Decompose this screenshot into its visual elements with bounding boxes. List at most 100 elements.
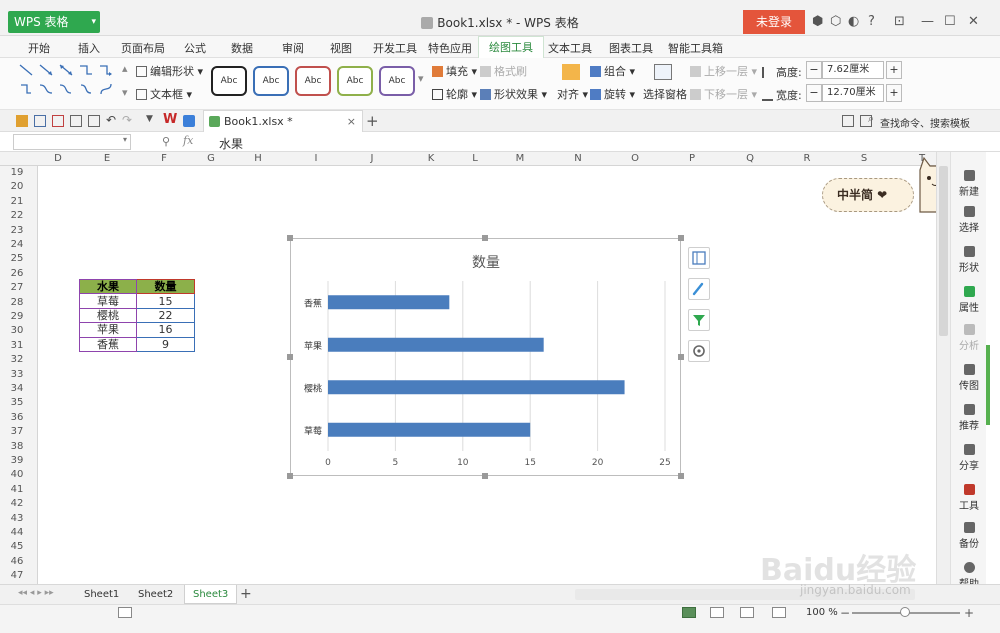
row-header-cell[interactable]: 34: [0, 383, 34, 394]
tab-review[interactable]: 审阅: [282, 40, 304, 56]
bar-chart[interactable]: 数量 0 5 10 15 20 25 香蕉 苹果 樱桃 草莓: [290, 238, 681, 476]
row-header-cell[interactable]: 25: [0, 253, 34, 264]
row-header-cell[interactable]: 28: [0, 297, 34, 308]
chart-settings-button[interactable]: [688, 340, 710, 362]
wps-logo-icon[interactable]: W: [163, 112, 177, 127]
tab-text-tools[interactable]: 文本工具: [548, 40, 592, 56]
width-decrease-button[interactable]: −: [806, 84, 822, 102]
row-header-cell[interactable]: 30: [0, 325, 34, 336]
fill-button[interactable]: 填充 ▾: [432, 63, 477, 79]
shape-gallery-more-icon[interactable]: ▾: [122, 86, 128, 99]
zoom-out-button[interactable]: −: [840, 606, 850, 620]
customize-toolbar-icon[interactable]: ▼: [146, 114, 153, 124]
resize-handle[interactable]: [678, 473, 684, 479]
row-header-cell[interactable]: 21: [0, 196, 34, 207]
vertical-scrollbar[interactable]: [936, 152, 950, 584]
close-icon[interactable]: ✕: [968, 14, 979, 29]
page-break-view-icon[interactable]: [710, 607, 724, 618]
maximize-icon[interactable]: ☐: [944, 14, 956, 29]
elbow-arrow-connector-icon[interactable]: [98, 63, 114, 77]
screen-mode-icon[interactable]: [842, 115, 854, 127]
row-header-cell[interactable]: 32: [0, 354, 34, 365]
row-header-cell[interactable]: 27: [0, 282, 34, 293]
chart-style-button[interactable]: [688, 278, 710, 300]
undo-icon[interactable]: ↶: [106, 113, 116, 127]
group-button[interactable]: 组合 ▾: [590, 63, 635, 79]
restore-layout-icon[interactable]: ⊡: [894, 14, 905, 29]
column-header-cell[interactable]: D: [48, 153, 68, 164]
resize-handle[interactable]: [678, 354, 684, 360]
send-backward-button[interactable]: 下移一层 ▾: [690, 86, 757, 102]
row-header-cell[interactable]: 39: [0, 455, 34, 466]
sheet-tab-2[interactable]: Sheet2: [130, 585, 181, 604]
tab-data[interactable]: 数据: [231, 40, 253, 56]
row-header-cell[interactable]: 42: [0, 498, 34, 509]
column-header-cell[interactable]: F: [154, 153, 174, 164]
fruit-data-table[interactable]: 水果 数量 草莓 15 樱桃 22 苹果 16 香蕉 9: [79, 278, 195, 352]
insert-function-icon[interactable]: fx: [183, 134, 193, 147]
line-shape-icon[interactable]: [18, 63, 34, 77]
text-box-button[interactable]: 文本框 ▾: [136, 86, 192, 102]
sidebar-item-backup[interactable]: 备份: [951, 522, 987, 550]
tab-developer[interactable]: 开发工具: [373, 40, 417, 56]
shape-style-4[interactable]: Abc: [337, 66, 373, 96]
row-header-cell[interactable]: 29: [0, 311, 34, 322]
document-tab[interactable]: Book1.xlsx * ×: [203, 110, 363, 132]
row-header-cell[interactable]: 44: [0, 527, 34, 538]
format-brush-button[interactable]: 格式刷: [480, 63, 527, 79]
sheet-tab-1[interactable]: Sheet1: [76, 585, 127, 604]
row-header-cell[interactable]: 43: [0, 513, 34, 524]
row-header-cell[interactable]: 33: [0, 369, 34, 380]
sidebar-item-select[interactable]: 选择: [951, 206, 987, 234]
scrollbar-thumb[interactable]: [939, 166, 948, 336]
double-arrow-shape-icon[interactable]: [58, 63, 74, 77]
zoom-slider-handle[interactable]: [900, 607, 910, 617]
column-header-cell[interactable]: O: [625, 153, 645, 164]
cloud-docs-icon[interactable]: [183, 115, 195, 127]
row-header-cell[interactable]: 19: [0, 167, 34, 178]
style-gallery-more-icon[interactable]: ▾: [418, 72, 424, 85]
redo-icon[interactable]: ↷: [122, 113, 132, 127]
curved-double-arrow-icon[interactable]: [78, 82, 94, 96]
sheet-grid[interactable]: DEFGHIJKLMNOPQRST 19 20 21 22 23 24 25 26 27 28 29…: [0, 152, 936, 584]
table-cell[interactable]: 15: [136, 293, 195, 309]
table-cell[interactable]: 9: [136, 336, 195, 352]
header-cell-quantity[interactable]: 数量: [136, 278, 195, 295]
column-header-cell[interactable]: L: [465, 153, 485, 164]
save-icon[interactable]: [34, 115, 46, 127]
sidebar-item-recommend[interactable]: 推荐: [951, 404, 987, 432]
column-header-cell[interactable]: Q: [740, 153, 760, 164]
column-header-cell[interactable]: P: [682, 153, 702, 164]
sidebar-item-properties[interactable]: 属性: [951, 286, 987, 314]
row-header-cell[interactable]: 41: [0, 484, 34, 495]
print-preview-icon[interactable]: [88, 115, 100, 127]
zoom-level[interactable]: 100 %: [806, 607, 838, 618]
table-cell[interactable]: 香蕉: [79, 336, 137, 352]
add-sheet-button[interactable]: +: [240, 586, 252, 602]
width-increase-button[interactable]: +: [886, 84, 902, 102]
tab-home[interactable]: 开始: [28, 40, 50, 56]
zoom-icon[interactable]: ⚲: [162, 135, 170, 148]
feedback-icon[interactable]: ◐: [848, 14, 859, 29]
row-header-cell[interactable]: 31: [0, 340, 34, 351]
sidebar-item-upload-image[interactable]: 传图: [951, 364, 987, 392]
row-header-cell[interactable]: 40: [0, 469, 34, 480]
table-cell[interactable]: 苹果: [79, 322, 137, 338]
row-header-cell[interactable]: 26: [0, 268, 34, 279]
tab-view[interactable]: 视图: [330, 40, 352, 56]
sidebar-item-share[interactable]: 分享: [951, 444, 987, 472]
column-header-cell[interactable]: I: [306, 153, 326, 164]
column-header-cell[interactable]: R: [797, 153, 817, 164]
name-box[interactable]: ▾: [13, 134, 131, 150]
shape-gallery-scroll-icon[interactable]: ▴: [122, 62, 128, 75]
column-header-cell[interactable]: K: [421, 153, 441, 164]
tab-formula[interactable]: 公式: [184, 40, 206, 56]
sidebar-item-analyze[interactable]: 分析: [951, 324, 987, 352]
row-header-cell[interactable]: 37: [0, 426, 34, 437]
tab-drawing-tools[interactable]: 绘图工具: [478, 36, 544, 58]
row-header-cell[interactable]: 35: [0, 397, 34, 408]
tab-chart-tools[interactable]: 图表工具: [609, 40, 653, 56]
column-header-cell[interactable]: G: [201, 153, 221, 164]
command-search-input[interactable]: 查找命令、搜索模板: [880, 115, 970, 130]
chart-elements-button[interactable]: [688, 247, 710, 269]
